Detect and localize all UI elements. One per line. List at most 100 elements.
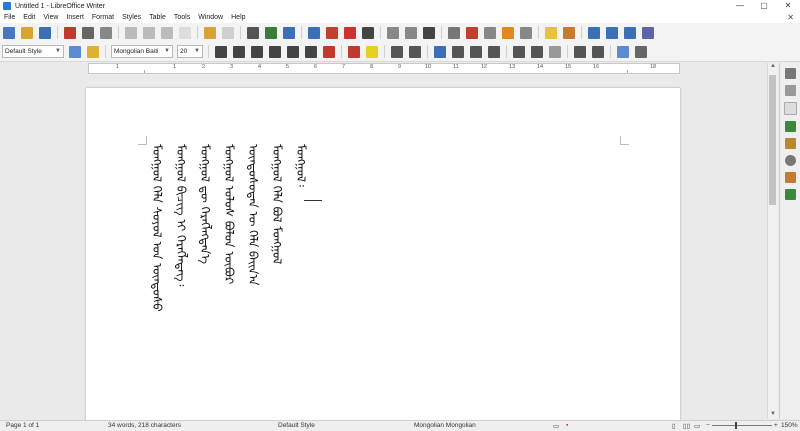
zoom-slider[interactable] [712,425,772,426]
redo-icon[interactable] [222,26,234,39]
text-line[interactable]: ᠦᠨᠳᠦᠰᠦᠲᠡᠨ ᠦ ᠬᠡᠯᠡ ᠪᠠᠢᠨ᠎ᠠ [242,144,264,384]
cut-icon[interactable] [125,26,137,39]
new-style-icon[interactable] [87,45,99,58]
subscript-icon[interactable] [305,45,317,58]
unordered-list-icon[interactable] [470,45,482,58]
text-line[interactable]: ᠮᠣᠩᠭᠣᠯ ᠤᠯᠤᠰ ᠪᠣᠯᠣᠨ ᠥᠪᠥᠷ [218,144,240,384]
page-count[interactable]: Page 1 of 1 [6,422,39,429]
footnote-icon[interactable] [466,26,478,39]
insert-text-box-icon[interactable] [362,26,374,39]
zoom-out-icon[interactable]: − [706,422,710,429]
page-style[interactable]: Default Style [278,422,315,429]
insert-field-icon[interactable] [405,26,417,39]
insert-line-icon[interactable] [588,26,600,39]
ordered-list-icon[interactable] [488,45,500,58]
insert-image-icon[interactable] [326,26,338,39]
menu-table[interactable]: Table [145,14,170,21]
undo-icon[interactable] [204,26,216,39]
zoom-slider-knob[interactable] [735,422,737,429]
track-changes-icon[interactable] [563,26,575,39]
decrease-indent-icon[interactable] [549,45,561,58]
multi-page-view-icon[interactable]: ▯▯ [683,422,690,430]
scroll-up-icon[interactable]: ▲ [768,63,778,71]
align-bottom-icon[interactable] [434,45,446,58]
cross-reference-icon[interactable] [520,26,532,39]
insert-special-character-icon[interactable] [423,26,435,39]
spelling-icon[interactable] [265,26,277,39]
font-color-icon[interactable] [348,45,360,58]
maximize-button[interactable]: ▢ [752,0,776,12]
minimize-button[interactable]: — [728,0,752,12]
export-pdf-icon[interactable] [64,26,76,39]
italic-icon[interactable] [233,45,245,58]
indent-marker[interactable] [144,70,145,73]
document-text[interactable]: ᠮᠣᠩᠭᠣᠯ ᠬᠡᠯᠡ ᠰᠣᠶᠣᠯ ᠤᠨ ᠦᠨᠳᠦᠰᠦ ᠮᠣᠩᠭᠣᠯ ᠪᠢᠴᠢᠭ… [146,144,312,384]
horizontal-ruler[interactable]: 1 1 2 3 4 5 6 7 8 9 10 11 12 13 14 15 16… [88,63,680,74]
open-icon[interactable] [21,26,33,39]
indent-marker[interactable] [627,70,628,73]
single-page-view-icon[interactable]: ▯ [672,422,676,430]
print-preview-icon[interactable] [100,26,112,39]
menu-edit[interactable]: Edit [19,14,39,21]
text-direction-icon[interactable] [617,45,629,58]
new-document-icon[interactable] [3,26,15,39]
menu-window[interactable]: Window [194,14,227,21]
text-line[interactable]: ᠮᠣᠩᠭᠣᠯ ᠬᠡᠯᠡ ᠪᠣᠯ ᠮᠣᠩᠭᠣᠯ [266,144,288,384]
text-line[interactable]: ᠮᠣᠩᠭᠣᠯ ᠪᠢᠴᠢᠭ ᠢ ᠬᠡᠷᠡᠭᠯᠡᠳᠡᠭ᠄ [170,144,192,384]
close-button[interactable]: ✕ [776,0,800,12]
scroll-down-icon[interactable]: ▼ [768,411,778,419]
line-spacing-icon[interactable] [513,45,525,58]
text-line[interactable]: ᠮᠣᠩᠭᠣᠯ ᠬᠡᠯᠡ ᠰᠣᠶᠣᠯ ᠤᠨ ᠦᠨᠳᠦᠰᠦ [146,144,168,384]
paste-icon[interactable] [161,26,173,39]
font-size-select[interactable]: 20 ▼ [177,45,203,58]
paragraph-dialog-icon[interactable] [635,45,647,58]
insert-page-break-icon[interactable] [387,26,399,39]
find-replace-icon[interactable] [247,26,259,39]
copy-icon[interactable] [143,26,155,39]
justified-icon[interactable] [452,45,464,58]
sidebar-manage-changes-icon[interactable] [785,172,796,183]
save-icon[interactable] [39,26,51,39]
sidebar-settings-icon[interactable] [785,68,796,79]
print-icon[interactable] [82,26,94,39]
sidebar-gallery-icon[interactable] [785,138,796,149]
insert-chart-icon[interactable] [344,26,356,39]
insert-table-icon[interactable] [308,26,320,39]
menu-tools[interactable]: Tools [170,14,194,21]
text-line[interactable]: ᠮᠣᠩᠭᠣᠯ᠄ [290,144,312,384]
zoom-level[interactable]: 150% [781,422,798,429]
menu-styles[interactable]: Styles [118,14,145,21]
formatting-marks-icon[interactable] [283,26,295,39]
paragraph-style-select[interactable]: Default Style ▼ [2,45,64,58]
insert-mode-icon[interactable]: ▭ [553,422,559,430]
sidebar-navigator-icon[interactable] [785,155,796,166]
align-center-icon[interactable] [409,45,421,58]
menu-view[interactable]: View [39,14,62,21]
strikethrough-icon[interactable] [269,45,281,58]
menu-help[interactable]: Help [227,14,249,21]
menu-insert[interactable]: Insert [62,14,88,21]
sidebar-properties-icon[interactable] [785,85,796,96]
vertical-text-icon[interactable] [642,26,654,39]
basic-shapes-icon[interactable] [606,26,618,39]
superscript-icon[interactable] [287,45,299,58]
text-line[interactable]: ᠮᠣᠩᠭᠣᠯ ᠳᠦ ᠬᠡᠷᠡᠭᠯᠡᠭᠳᠡᠨ᠎ᠡ [194,144,216,384]
sidebar-design-icon[interactable] [785,189,796,200]
comment-icon[interactable] [545,26,557,39]
book-view-icon[interactable]: ▭ [694,422,700,430]
left-to-right-icon[interactable] [574,45,586,58]
align-top-icon[interactable] [391,45,403,58]
bold-icon[interactable] [215,45,227,58]
underline-icon[interactable] [251,45,263,58]
font-name-select[interactable]: Mongolian Baiti ▼ [111,45,173,58]
highlighting-color-icon[interactable] [366,45,378,58]
increase-indent-icon[interactable] [531,45,543,58]
clear-formatting-icon[interactable] [323,45,335,58]
scroll-thumb[interactable] [769,75,776,205]
update-style-icon[interactable] [69,45,81,58]
sidebar-styles-icon[interactable] [785,121,796,132]
menu-file[interactable]: File [0,14,19,21]
word-count[interactable]: 34 words, 218 characters [108,422,181,429]
sidebar-page-icon[interactable] [784,102,797,115]
bookmark-icon[interactable] [502,26,514,39]
